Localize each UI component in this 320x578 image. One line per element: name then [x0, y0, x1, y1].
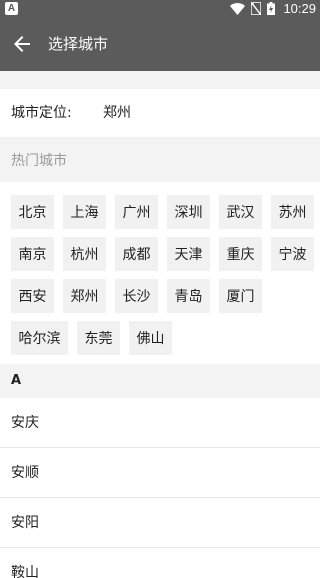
city-chip[interactable]: 杭州 [63, 237, 106, 271]
back-button[interactable] [10, 32, 34, 56]
hot-cities-row: 北京 上海 广州 深圳 武汉 苏州 [11, 195, 314, 229]
city-chip[interactable]: 上海 [63, 195, 106, 229]
divider-band [0, 71, 320, 89]
app-notification-icon: A [5, 2, 18, 15]
battery-charging-icon [267, 2, 276, 15]
city-chip[interactable]: 西安 [11, 279, 54, 313]
section-header-a: A [0, 364, 320, 398]
hot-cities-row: 西安 郑州 长沙 青岛 厦门 [11, 279, 262, 313]
list-item[interactable]: 安庆 [0, 398, 320, 448]
city-chip[interactable]: 武汉 [219, 195, 262, 229]
city-chip[interactable]: 长沙 [115, 279, 158, 313]
list-item[interactable]: 安阳 [0, 498, 320, 548]
no-sim-icon [251, 2, 262, 15]
arrow-left-icon [14, 36, 30, 52]
hot-cities-row: 南京 杭州 成都 天津 重庆 宁波 [11, 237, 314, 271]
city-chip[interactable]: 青岛 [167, 279, 210, 313]
city-chip[interactable]: 天津 [167, 237, 210, 271]
city-chip[interactable]: 苏州 [271, 195, 314, 229]
status-bar: A 10:29 [0, 0, 320, 17]
hot-cities-title: 热门城市 [11, 153, 67, 169]
city-chip[interactable]: 东莞 [77, 321, 120, 355]
city-chip[interactable]: 深圳 [167, 195, 210, 229]
location-label: 城市定位: [11, 105, 72, 121]
city-chip[interactable]: 厦门 [219, 279, 262, 313]
located-city[interactable]: 郑州 [103, 89, 131, 137]
wifi-icon [230, 2, 246, 15]
list-item[interactable]: 鞍山 [0, 548, 320, 578]
hot-cities-row: 哈尔滨 东莞 佛山 [11, 321, 172, 355]
status-icons: 10:29 [230, 0, 316, 17]
app-bar: 选择城市 [0, 17, 320, 71]
city-chip[interactable]: 广州 [115, 195, 158, 229]
list-item[interactable]: 安顺 [0, 448, 320, 498]
clock: 10:29 [283, 1, 316, 16]
section-letter: A [11, 373, 22, 388]
city-chip[interactable]: 南京 [11, 237, 54, 271]
city-chip[interactable]: 郑州 [63, 279, 106, 313]
city-chip[interactable]: 重庆 [219, 237, 262, 271]
hot-cities-grid: 北京 上海 广州 深圳 武汉 苏州 南京 杭州 成都 天津 重庆 宁波 西安 郑… [0, 182, 320, 364]
city-chip[interactable]: 宁波 [271, 237, 314, 271]
hot-cities-header: 热门城市 [0, 140, 320, 182]
location-row: 城市定位: 郑州 [0, 89, 320, 137]
city-chip[interactable]: 佛山 [129, 321, 172, 355]
city-chip[interactable]: 哈尔滨 [11, 321, 68, 355]
city-chip[interactable]: 北京 [11, 195, 54, 229]
page-title: 选择城市 [48, 35, 109, 53]
city-chip[interactable]: 成都 [115, 237, 158, 271]
city-list: 安庆 安顺 安阳 鞍山 [0, 398, 320, 578]
